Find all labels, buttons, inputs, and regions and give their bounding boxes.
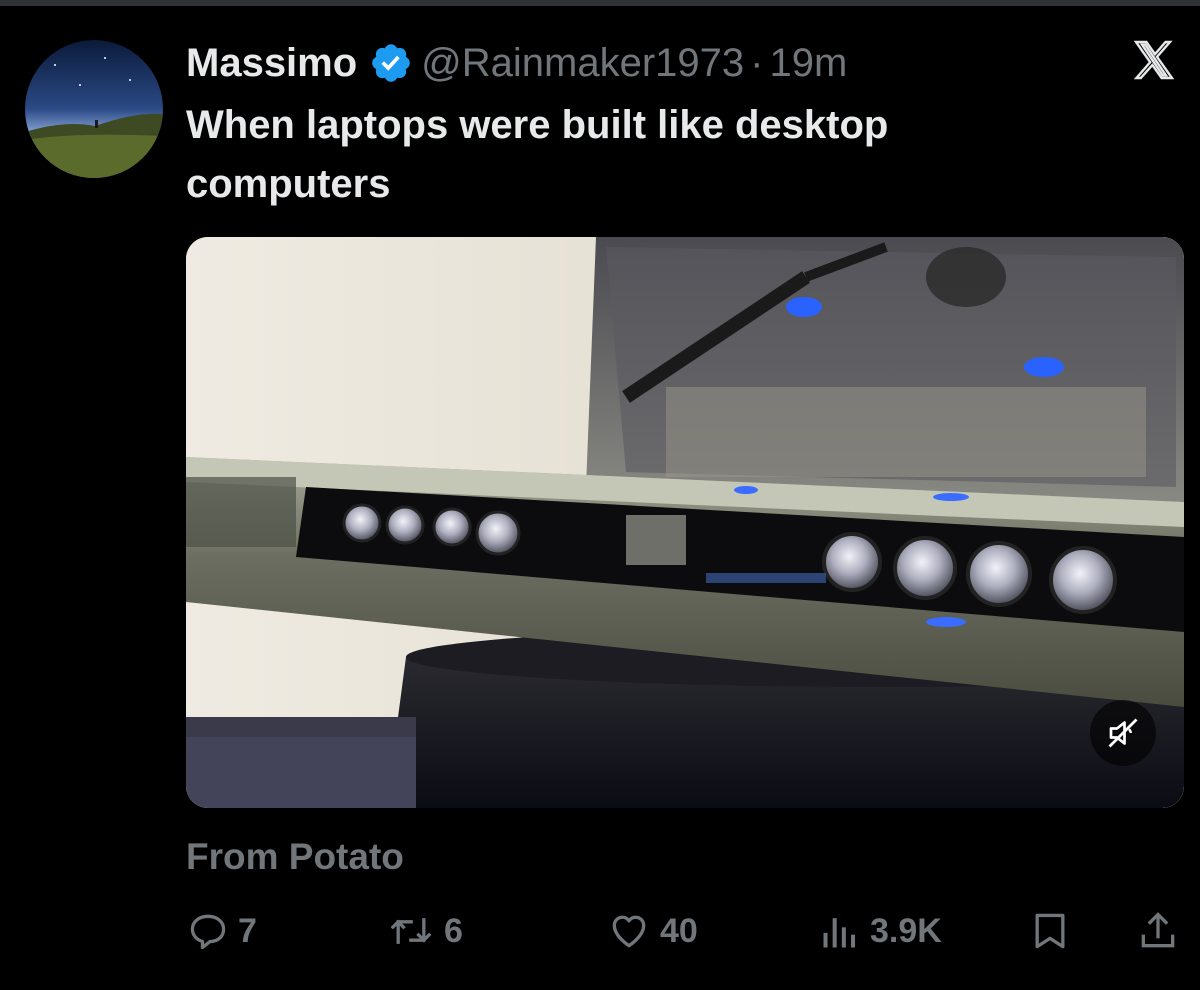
like-count: 40: [660, 911, 698, 950]
timestamp[interactable]: 19m: [770, 41, 848, 86]
separator: ·: [750, 40, 764, 85]
like-button[interactable]: 40: [606, 903, 698, 959]
share-icon: [1141, 912, 1175, 948]
media-source[interactable]: From Potato: [186, 836, 404, 878]
verified-badge-icon: [372, 44, 410, 82]
heart-icon: [612, 915, 646, 948]
reply-icon: [190, 914, 226, 950]
tweet-header: Massimo @Rainmaker1973 · 19m: [186, 38, 847, 88]
video-frame: [186, 237, 1184, 808]
share-button[interactable]: [1136, 903, 1188, 959]
views-count: 3.9K: [870, 911, 942, 950]
bookmark-button[interactable]: [1028, 903, 1080, 959]
avatar[interactable]: [25, 40, 163, 178]
views-button[interactable]: 3.9K: [818, 903, 942, 959]
video-media[interactable]: [186, 237, 1184, 808]
muted-speaker-icon: [1108, 718, 1138, 748]
bookmark-icon: [1035, 913, 1065, 949]
repost-button[interactable]: 6: [386, 903, 463, 959]
tweet: Massimo @Rainmaker1973 · 19m When laptop…: [0, 0, 1200, 990]
divider: [0, 0, 1200, 6]
action-bar: 7 6 40 3.9K: [186, 903, 1184, 959]
author-name[interactable]: Massimo: [186, 41, 357, 86]
repost-icon: [390, 918, 432, 944]
author-handle[interactable]: @Rainmaker1973: [421, 41, 744, 86]
views-chart-icon: [823, 918, 856, 948]
mute-button[interactable]: [1090, 700, 1156, 766]
reply-button[interactable]: 7: [186, 903, 257, 959]
reply-count: 7: [238, 911, 257, 950]
avatar-icon: [25, 40, 163, 178]
repost-count: 6: [444, 911, 463, 950]
tweet-text: When laptops were built like desktop com…: [186, 103, 889, 206]
x-logo-icon: [1133, 40, 1175, 80]
